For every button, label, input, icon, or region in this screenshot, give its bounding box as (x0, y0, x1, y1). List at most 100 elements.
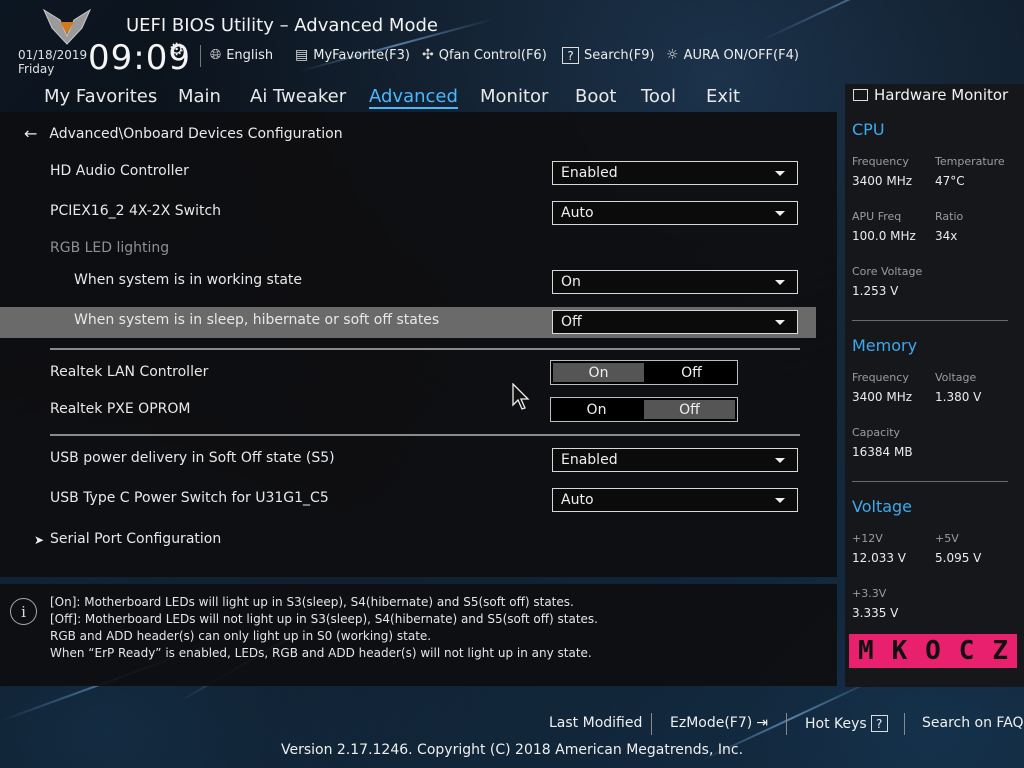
pciex16-label: PCIEX16_2 4X-2X Switch (50, 203, 222, 219)
watermark-letter: K (891, 636, 908, 666)
chevron-down-icon (775, 210, 785, 216)
last-modified-button[interactable]: Last Modified (549, 715, 642, 731)
hotkeys-button[interactable]: Hot Keys ? (805, 715, 888, 732)
top-header: UEFI BIOS Utility – Advanced Mode 01/18/… (0, 0, 1024, 84)
ezmode-button[interactable]: EzMode(F7) ⇥ (670, 715, 768, 731)
core-voltage-value: 1.253 V (852, 284, 899, 298)
gear-icon[interactable]: ⚙ (169, 40, 184, 60)
help-panel: i [On]: Motherboard LEDs will light up i… (0, 584, 837, 686)
ratio-label: Ratio (935, 210, 964, 223)
v33-label: +3.3V (852, 587, 887, 600)
memory-heading: Memory (852, 336, 918, 355)
exit-arrow-icon: ⇥ (756, 715, 768, 731)
lan-label: Realtek LAN Controller (50, 364, 209, 380)
section-divider (50, 434, 800, 436)
aura-button[interactable]: ☼ AURA ON/OFF(F4) (666, 47, 799, 63)
favorite-list-icon: ▤ (295, 47, 309, 63)
pxe-off-option[interactable]: Off (644, 400, 735, 419)
pciex16-select[interactable]: Auto (552, 201, 798, 225)
help-text: [On]: Motherboard LEDs will light up in … (50, 594, 598, 662)
mem-freq-label: Frequency (852, 371, 909, 384)
mkocz-watermark: M K O C Z (849, 634, 1017, 668)
main-menu: My Favorites Main Ai Tweaker Advanced Mo… (0, 84, 838, 110)
pxe-label: Realtek PXE OPROM (50, 401, 191, 417)
cpu-freq-value: 3400 MHz (852, 174, 913, 188)
cpu-heading: CPU (852, 120, 885, 139)
mem-volt-label: Voltage (935, 371, 977, 384)
ratio-value: 34x (935, 229, 958, 243)
aura-light-icon: ☼ (666, 47, 679, 63)
serial-port-link[interactable]: Serial Port Configuration (50, 531, 221, 547)
rgb-working-select[interactable]: On (552, 270, 798, 294)
rgb-working-value: On (561, 274, 581, 290)
tab-tool[interactable]: Tool (641, 86, 676, 107)
lan-off-option[interactable]: Off (646, 361, 737, 384)
hd-audio-label: HD Audio Controller (50, 163, 189, 179)
footer-divider (786, 713, 787, 735)
version-text: Version 2.17.1246. Copyright (C) 2018 Am… (280, 742, 744, 758)
faq-button[interactable]: Search on FAQ (922, 715, 1024, 731)
cpu-temp-value: 47°C (935, 174, 965, 188)
date-text: 01/18/2019 (18, 48, 88, 62)
mem-volt-value: 1.380 V (935, 390, 982, 404)
qfan-button[interactable]: ✣ Qfan Control(F6) (422, 47, 547, 63)
rgb-sleep-select[interactable]: Off (552, 310, 798, 334)
usb-typec-label: USB Type C Power Switch for U31G1_C5 (50, 490, 329, 506)
globe-icon: 🌐︎ (210, 47, 222, 63)
help-line: When “ErP Ready” is enabled, LEDs, RGB a… (50, 646, 592, 660)
search-label: Search(F9) (584, 48, 655, 63)
rgb-led-heading: RGB LED lighting (50, 240, 170, 256)
language-button[interactable]: 🌐︎ English (210, 47, 273, 63)
watermark-letter: Z (992, 636, 1008, 666)
pxe-on-option[interactable]: On (551, 398, 642, 421)
v12-label: +12V (852, 532, 883, 545)
lan-toggle[interactable]: On Off (550, 360, 738, 385)
usb-typec-select[interactable]: Auto (552, 488, 798, 512)
day-text: Friday (18, 62, 55, 76)
tab-main[interactable]: Main (178, 86, 221, 107)
cpu-temp-label: Temperature (935, 155, 1005, 168)
mem-capacity-label: Capacity (852, 426, 901, 439)
chevron-down-icon (775, 497, 785, 503)
tab-boot[interactable]: Boot (575, 86, 616, 107)
pxe-toggle[interactable]: On Off (550, 397, 738, 422)
search-help-icon: ? (562, 47, 579, 64)
hotkeys-label: Hot Keys (805, 715, 867, 732)
tab-ai-tweaker[interactable]: Ai Tweaker (250, 86, 346, 107)
core-voltage-label: Core Voltage (852, 265, 923, 278)
myfavorite-button[interactable]: ▤ MyFavorite(F3) (295, 47, 410, 63)
hardware-monitor-title: Hardware Monitor (853, 86, 1008, 104)
chevron-down-icon (775, 457, 785, 463)
tab-exit[interactable]: Exit (706, 86, 740, 107)
tab-advanced[interactable]: Advanced (369, 86, 458, 109)
v33-value: 3.335 V (852, 606, 899, 620)
apu-freq-value: 100.0 MHz (852, 229, 916, 243)
myfavorite-label: MyFavorite(F3) (313, 47, 410, 63)
back-arrow-icon[interactable]: ← (24, 124, 37, 143)
watermark-letter: M (857, 636, 874, 666)
ezmode-label: EzMode(F7) (670, 715, 753, 731)
hd-audio-value: Enabled (561, 165, 618, 181)
mem-capacity-value: 16384 MB (852, 445, 913, 459)
search-button[interactable]: ? Search(F9) (562, 47, 655, 64)
voltage-heading: Voltage (852, 497, 913, 516)
hardware-monitor-panel: Hardware Monitor CPU Frequency Temperatu… (845, 84, 1024, 687)
hd-audio-select[interactable]: Enabled (552, 161, 798, 185)
watermark-letter: C (958, 636, 975, 666)
rgb-working-label: When system is in working state (74, 272, 303, 288)
mem-freq-value: 3400 MHz (852, 390, 913, 404)
rgb-sleep-label: When system is in sleep, hibernate or so… (74, 312, 440, 328)
settings-panel: ← Advanced\Onboard Devices Configuration… (0, 112, 837, 577)
usb-typec-value: Auto (561, 492, 594, 508)
pciex16-value: Auto (561, 205, 594, 221)
tab-my-favorites[interactable]: My Favorites (44, 86, 157, 107)
help-line: [On]: Motherboard LEDs will light up in … (50, 595, 574, 609)
mouse-cursor-icon (512, 383, 530, 410)
v5-value: 5.095 V (935, 551, 982, 565)
usb-power-select[interactable]: Enabled (552, 448, 798, 472)
monitor-icon (853, 89, 868, 101)
tab-monitor[interactable]: Monitor (480, 86, 548, 107)
lan-on-option[interactable]: On (553, 363, 644, 382)
hw-divider (852, 481, 1008, 482)
language-label: English (226, 47, 274, 63)
